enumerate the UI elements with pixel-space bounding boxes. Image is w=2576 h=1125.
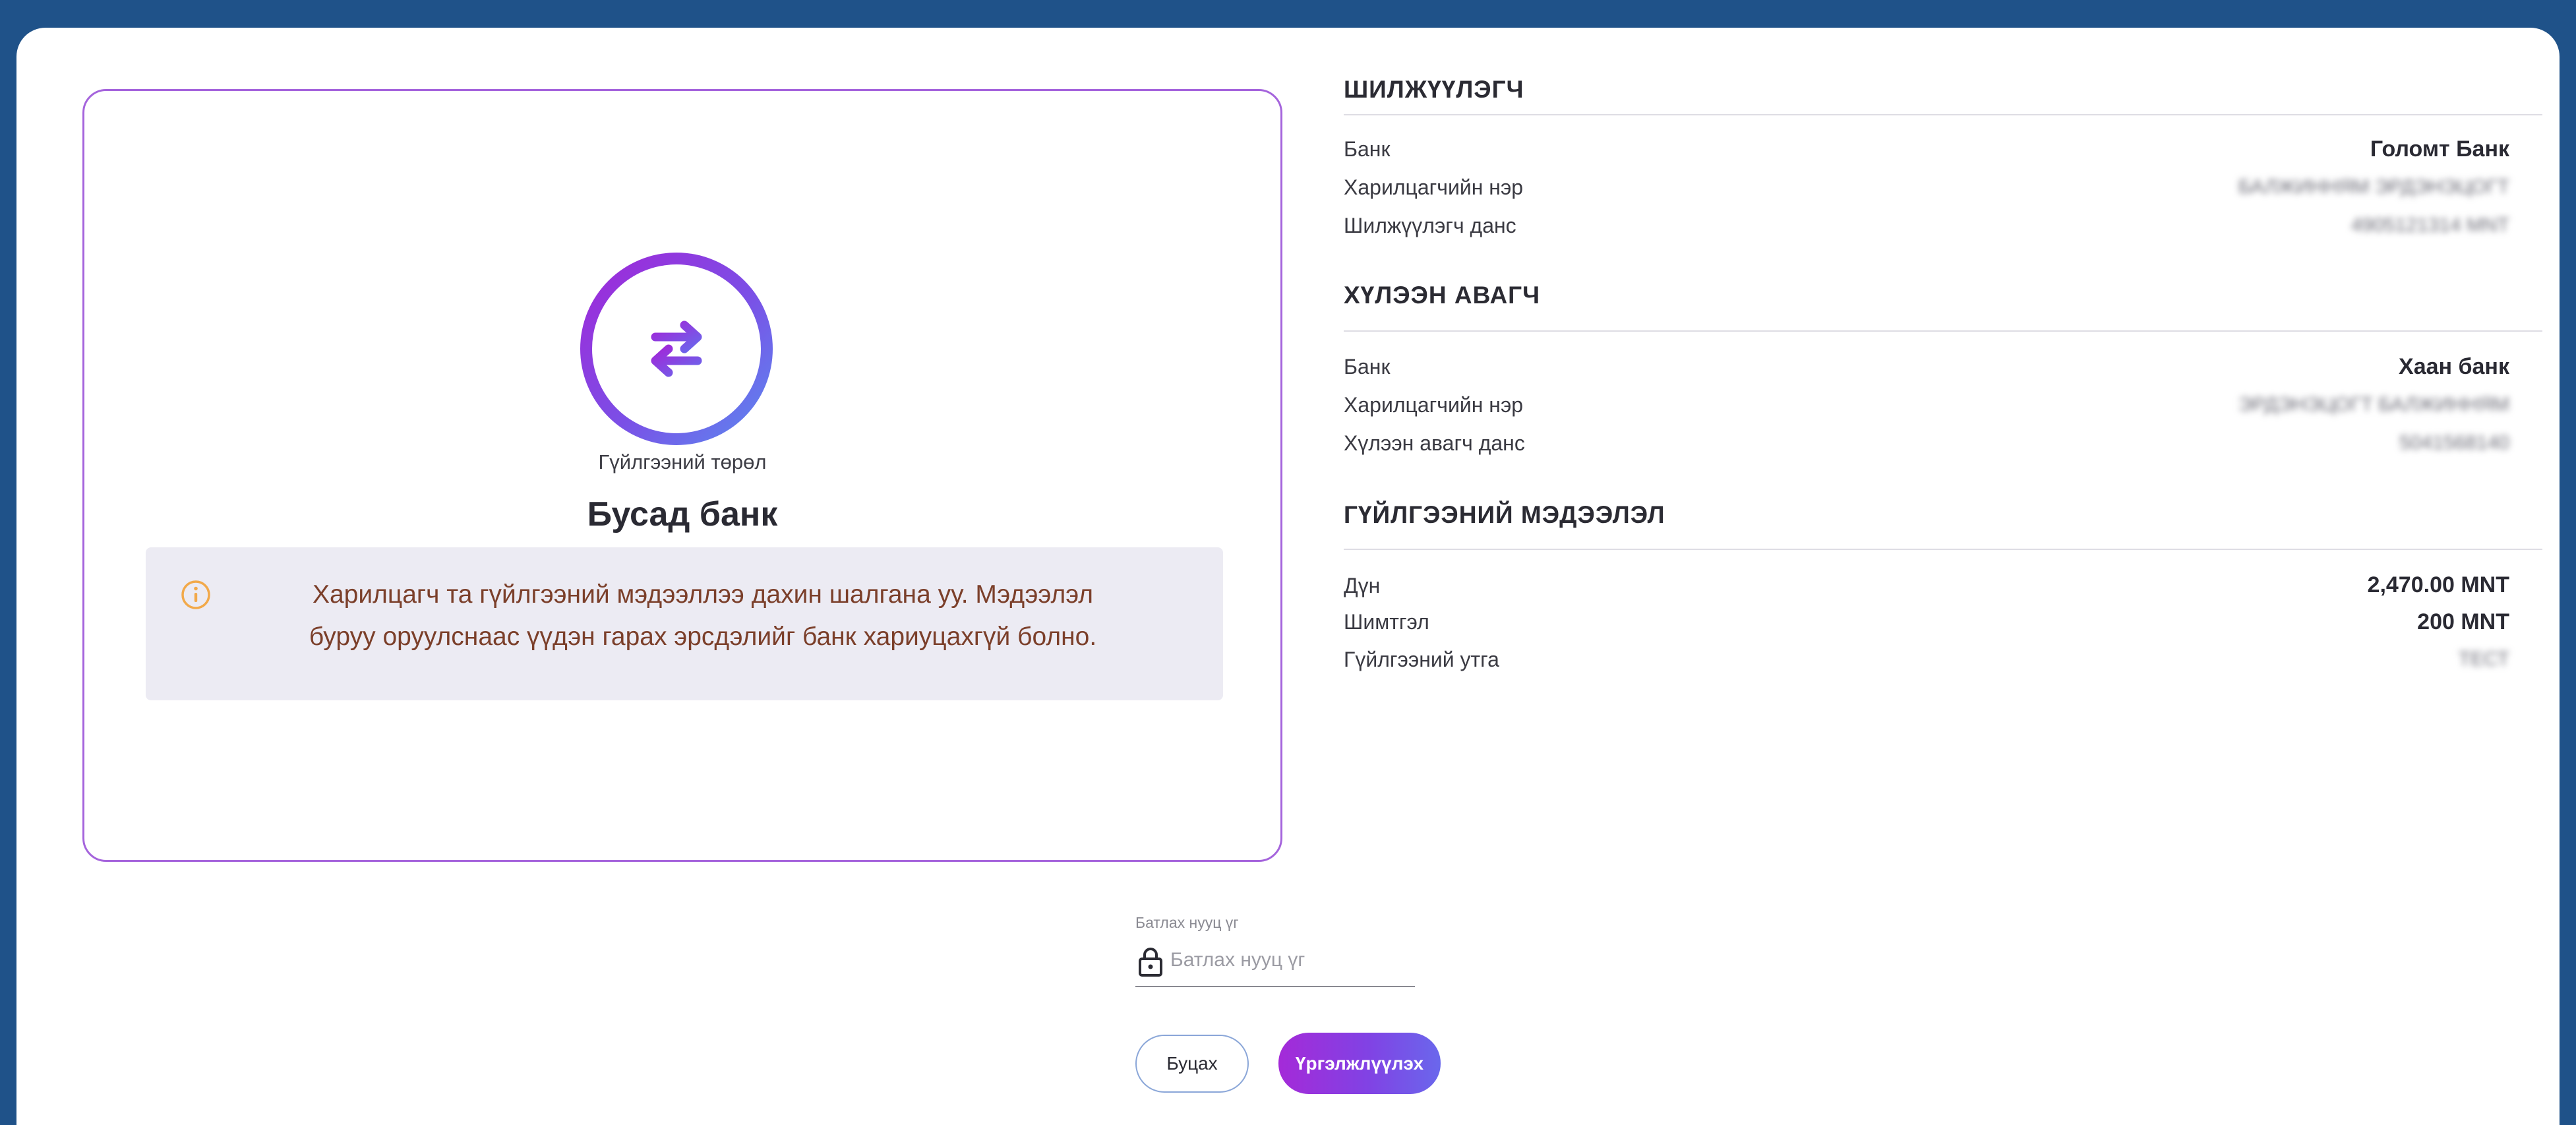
receiver-section-title: ХҮЛЭЭН АВАГЧ xyxy=(1344,282,1541,309)
sender-bank-value: Голомт Банк xyxy=(2370,137,2509,162)
lock-icon xyxy=(1139,948,1162,977)
receiver-name-value: ЭРДЭНЭЦОГТ БАЛЖИННЯМ xyxy=(2238,394,2509,415)
transaction-description-value: ТЕСТ xyxy=(2458,648,2509,670)
receiver-account-label: Хүлээн авагч данс xyxy=(1344,431,1525,455)
transaction-section-title: ГҮЙЛГЭЭНИЙ МЭДЭЭЛЭЛ xyxy=(1344,501,1665,528)
password-label: Батлах нууц үг xyxy=(1135,914,1239,931)
sender-bank-label: Банк xyxy=(1344,137,1391,161)
info-icon xyxy=(181,580,210,609)
transaction-description-label: Гүйлгээний утга xyxy=(1344,648,1499,671)
sender-account-value: 4905121314 MNT xyxy=(2351,214,2509,236)
sender-name-label: Харилцагчийн нэр xyxy=(1344,175,1524,199)
transaction-type-label: Гүйлгээний төрөл xyxy=(598,450,767,473)
password-input[interactable] xyxy=(1169,945,1409,975)
password-field xyxy=(1135,941,1415,987)
warning-notice: Харилцагч та гүйлгээний мэдээллээ дахин … xyxy=(146,547,1223,700)
sender-account-label: Шилжүүлэгч данс xyxy=(1344,214,1516,237)
warning-notice-text: Харилцагч та гүйлгээний мэдээллээ дахин … xyxy=(235,574,1171,658)
transaction-type-icon-ring xyxy=(580,253,773,445)
receiver-bank-value: Хаан банк xyxy=(2399,354,2509,379)
receiver-name-label: Харилцагчийн нэр xyxy=(1344,393,1524,417)
transaction-type-icon-inner xyxy=(592,264,761,433)
transaction-fee-label: Шимтгэл xyxy=(1344,610,1429,634)
transaction-type-card: Гүйлгээний төрөл Бусад банк Харилцагч та… xyxy=(82,89,1282,862)
transaction-amount-label: Дүн xyxy=(1344,574,1381,597)
back-button[interactable]: Буцах xyxy=(1135,1035,1249,1093)
transaction-amount-value: 2,470.00 MNT xyxy=(2367,572,2509,597)
transaction-divider xyxy=(1344,549,2542,550)
receiver-account-value: 5041568140 xyxy=(2399,432,2509,454)
transaction-fee-value: 200 MNT xyxy=(2417,609,2509,634)
sender-name-value: БАЛЖИННЯМ ЭРДЭНЭЦОГТ xyxy=(2238,176,2509,198)
continue-button[interactable]: Үргэлжлүүлэх xyxy=(1278,1033,1441,1094)
warning-notice-line-1: Харилцагч та гүйлгээний мэдээллээ дахин … xyxy=(312,580,1094,609)
sender-divider xyxy=(1344,114,2542,115)
warning-notice-line-2: буруу оруулснаас үүдэн гарах эрсдэлийг б… xyxy=(309,623,1097,651)
receiver-bank-label: Банк xyxy=(1344,355,1391,379)
receiver-divider xyxy=(1344,330,2542,332)
sender-section-title: ШИЛЖҮҮЛЭГЧ xyxy=(1344,76,1524,103)
main-panel: Гүйлгээний төрөл Бусад банк Харилцагч та… xyxy=(16,28,2560,1125)
transfer-arrows-icon xyxy=(651,320,702,377)
transaction-type-value: Бусад банк xyxy=(587,495,778,533)
